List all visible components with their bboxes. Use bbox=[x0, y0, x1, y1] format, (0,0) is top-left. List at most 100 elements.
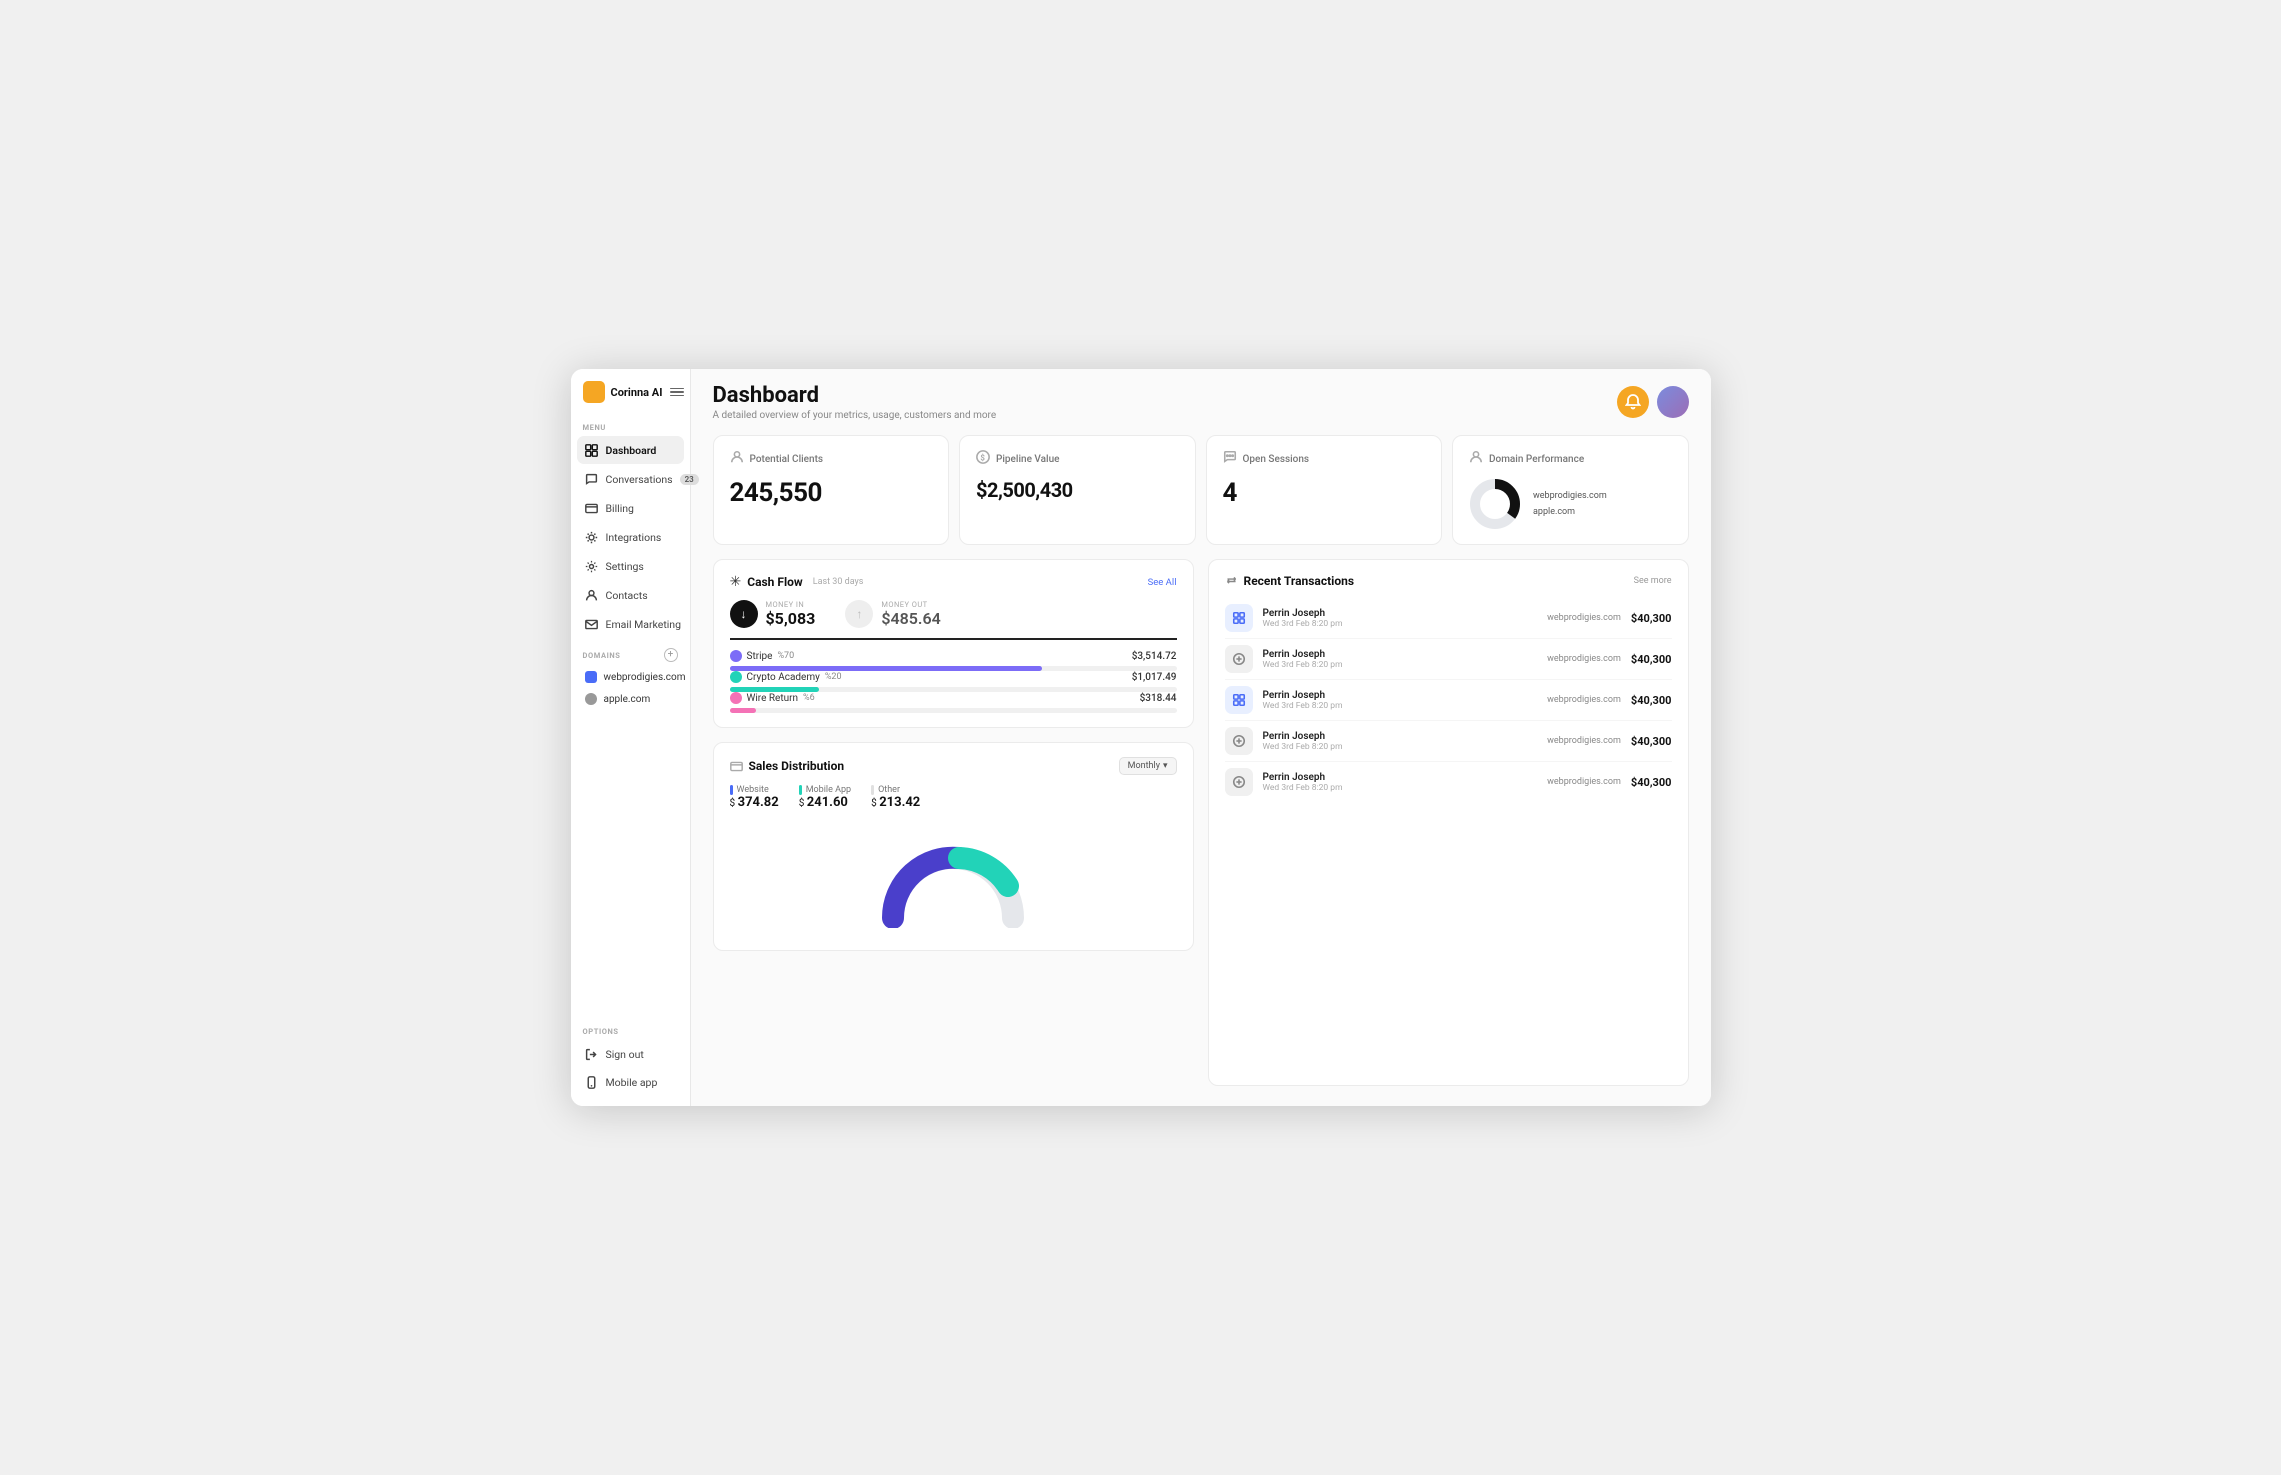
logo-icon bbox=[583, 381, 605, 403]
domain-icon-apple bbox=[585, 693, 597, 705]
transactions-see-more[interactable]: See more bbox=[1634, 576, 1672, 586]
options-nav: Sign out Mobile app bbox=[571, 1040, 690, 1106]
sales-icon bbox=[730, 760, 743, 773]
progress-fill-2 bbox=[730, 708, 757, 713]
page-title-group: Dashboard A detailed overview of your me… bbox=[713, 383, 997, 421]
trans-name-2: Perrin Joseph bbox=[1263, 690, 1538, 701]
trans-avatar-2 bbox=[1225, 686, 1253, 714]
trans-name-1: Perrin Joseph bbox=[1263, 649, 1538, 660]
sidebar-item-dashboard[interactable]: Dashboard bbox=[577, 436, 684, 464]
domain-perf-domains: webprodigies.com apple.com bbox=[1533, 488, 1607, 520]
sidebar-item-integrations[interactable]: Integrations bbox=[577, 523, 684, 551]
contacts-icon bbox=[585, 588, 599, 602]
metric-card-pipeline-value: $ Pipeline Value $2,500,430 bbox=[959, 435, 1196, 545]
potential-clients-label: Potential Clients bbox=[750, 454, 824, 465]
pipeline-value-label: Pipeline Value bbox=[996, 454, 1060, 465]
sidebar-item-mobile-app[interactable]: Mobile app bbox=[577, 1068, 684, 1096]
sidebar-item-sign-out[interactable]: Sign out bbox=[577, 1040, 684, 1068]
sidebar-item-settings[interactable]: Settings bbox=[577, 552, 684, 580]
notification-avatar[interactable] bbox=[1617, 386, 1649, 418]
transactions-icon bbox=[1225, 575, 1238, 588]
sidebar: Corinna AI MENU Dashboard Conversations bbox=[571, 369, 691, 1106]
dashboard-icon bbox=[585, 443, 599, 457]
sales-legend-mobile: Mobile App $ 241.60 bbox=[799, 785, 851, 810]
sidebar-item-email-marketing[interactable]: Email Marketing bbox=[577, 610, 684, 638]
metric-card-open-sessions: Open Sessions 4 bbox=[1206, 435, 1443, 545]
metric-card-potential-clients: Potential Clients 245,550 bbox=[713, 435, 950, 545]
cashflow-card: ✳ Cash Flow Last 30 days See All ↓ bbox=[713, 559, 1194, 728]
pipeline-value-icon: $ bbox=[976, 450, 990, 468]
open-sessions-value: 4 bbox=[1223, 478, 1426, 508]
sidebar-item-conversations[interactable]: Conversations 23 bbox=[577, 465, 684, 493]
trans-avatar-0 bbox=[1225, 604, 1253, 632]
mobile-value: $ 241.60 bbox=[799, 795, 851, 810]
domain-perf-icon bbox=[1469, 450, 1483, 468]
app-name: Corinna AI bbox=[611, 386, 663, 399]
progress-fill-1 bbox=[730, 687, 819, 692]
table-row[interactable]: Perrin Joseph Wed 3rd Feb 8:20 pm webpro… bbox=[1225, 680, 1672, 721]
contacts-label: Contacts bbox=[606, 589, 648, 602]
settings-icon bbox=[585, 559, 599, 573]
table-row[interactable]: Perrin Joseph Wed 3rd Feb 8:20 pm webpro… bbox=[1225, 639, 1672, 680]
trans-amount-3: $40,300 bbox=[1631, 735, 1672, 748]
progress-row-header-2: Wire Return %6 $318.44 bbox=[730, 692, 1177, 704]
table-row[interactable]: Perrin Joseph Wed 3rd Feb 8:20 pm webpro… bbox=[1225, 762, 1672, 802]
trans-info-2: Perrin Joseph Wed 3rd Feb 8:20 pm bbox=[1263, 690, 1538, 711]
trans-name-0: Perrin Joseph bbox=[1263, 608, 1538, 619]
domain-item-webprodigies[interactable]: webprodigies.com bbox=[577, 666, 684, 688]
page-title: Dashboard bbox=[713, 383, 997, 408]
transactions-title: Recent Transactions bbox=[1244, 574, 1354, 588]
progress-name-2: Wire Return %6 bbox=[730, 692, 815, 704]
progress-row-header-1: Crypto Academy %20 $1,017.49 bbox=[730, 671, 1177, 683]
source-icon-0 bbox=[730, 650, 742, 662]
table-row[interactable]: Perrin Joseph Wed 3rd Feb 8:20 pm webpro… bbox=[1225, 598, 1672, 639]
cashflow-title-group: ✳ Cash Flow Last 30 days bbox=[730, 574, 864, 590]
website-label: Website bbox=[730, 785, 779, 795]
sales-donut-chart bbox=[873, 828, 1033, 928]
domain-label-apple: apple.com bbox=[604, 694, 651, 705]
hamburger-button[interactable] bbox=[668, 386, 686, 399]
main-content: Dashboard A detailed overview of your me… bbox=[691, 369, 1711, 1106]
domains-section: DOMAINS + bbox=[571, 638, 690, 666]
cashflow-title: Cash Flow bbox=[747, 575, 803, 589]
table-row[interactable]: Perrin Joseph Wed 3rd Feb 8:20 pm webpro… bbox=[1225, 721, 1672, 762]
domain-icon-webprodigies bbox=[585, 671, 597, 683]
trans-date-4: Wed 3rd Feb 8:20 pm bbox=[1263, 783, 1538, 793]
cashflow-see-all[interactable]: See All bbox=[1148, 577, 1177, 588]
dropdown-arrow: ▾ bbox=[1163, 761, 1168, 771]
sales-title-group: Sales Distribution bbox=[730, 759, 845, 773]
domain-item-apple[interactable]: apple.com bbox=[577, 688, 684, 710]
domain-perf-apple: apple.com bbox=[1533, 504, 1607, 520]
trans-amount-1: $40,300 bbox=[1631, 653, 1672, 666]
sidebar-item-contacts[interactable]: Contacts bbox=[577, 581, 684, 609]
billing-label: Billing bbox=[606, 502, 634, 515]
options-section-label: OPTIONS bbox=[571, 1017, 690, 1040]
progress-name-1: Crypto Academy %20 bbox=[730, 671, 842, 683]
user-avatar[interactable] bbox=[1657, 386, 1689, 418]
add-domain-button[interactable]: + bbox=[664, 648, 678, 662]
source-pct-2: %6 bbox=[803, 693, 815, 703]
metric-card-domain-performance: Domain Performance webprodigies.com appl… bbox=[1452, 435, 1689, 545]
metric-cards-grid: Potential Clients 245,550 $ Pipeline Val… bbox=[713, 435, 1689, 545]
sales-donut-container bbox=[730, 820, 1177, 936]
trans-amount-4: $40,300 bbox=[1631, 776, 1672, 789]
trans-domain-1: webprodigies.com bbox=[1547, 654, 1621, 664]
source-pct-0: %70 bbox=[777, 651, 794, 661]
sales-header: Sales Distribution Monthly ▾ bbox=[730, 757, 1177, 775]
progress-fill-0 bbox=[730, 666, 1043, 671]
sales-period-dropdown[interactable]: Monthly ▾ bbox=[1119, 757, 1177, 775]
domain-perf-label: Domain Performance bbox=[1489, 454, 1584, 465]
cashflow-period: Last 30 days bbox=[813, 577, 864, 587]
money-out-block: ↑ MONEY OUT $485.64 bbox=[845, 600, 940, 628]
domains-label: DOMAINS bbox=[583, 651, 621, 660]
other-label: Other bbox=[871, 785, 920, 795]
mobile-icon bbox=[585, 1075, 599, 1089]
mobile-app-label: Mobile app bbox=[606, 1076, 658, 1089]
recent-transactions-card: Recent Transactions See more Perrin Jose… bbox=[1208, 559, 1689, 1086]
money-out-value: $485.64 bbox=[881, 609, 940, 628]
domain-perf-webprodigies: webprodigies.com bbox=[1533, 488, 1607, 504]
potential-clients-value: 245,550 bbox=[730, 478, 933, 508]
sidebar-item-billing[interactable]: Billing bbox=[577, 494, 684, 522]
settings-label: Settings bbox=[606, 560, 644, 573]
pipeline-value-value: $2,500,430 bbox=[976, 478, 1179, 502]
